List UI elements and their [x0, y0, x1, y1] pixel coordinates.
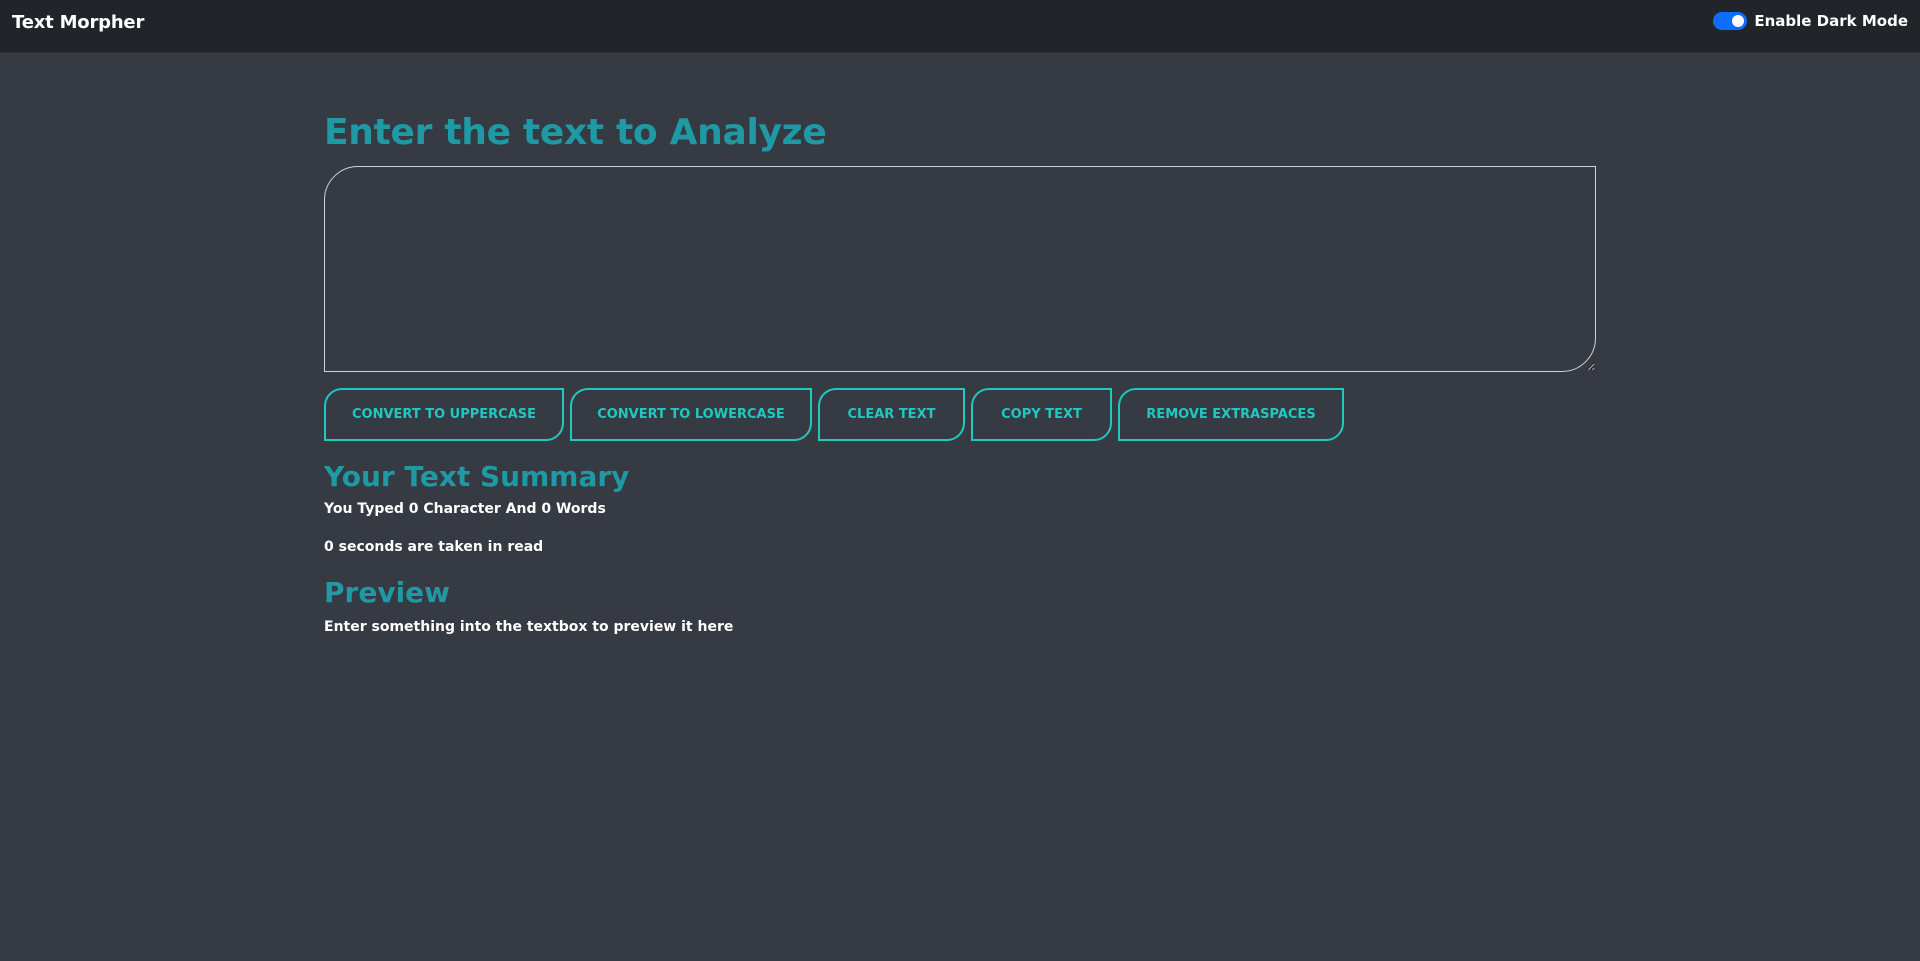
clear-text-button[interactable]: CLEAR TEXT — [818, 388, 965, 441]
action-buttons: CONVERT TO UPPERCASE CONVERT TO LOWERCAS… — [324, 388, 1596, 441]
convert-uppercase-button[interactable]: CONVERT TO UPPERCASE — [324, 388, 564, 441]
text-input[interactable] — [324, 166, 1596, 372]
dark-mode-toggle[interactable]: Enable Dark Mode — [1713, 12, 1908, 30]
summary-read-time: 0 seconds are taken in read — [324, 539, 544, 555]
page-title: Enter the text to Analyze — [324, 112, 827, 153]
navbar: Text Morpher Enable Dark Mode — [0, 0, 1920, 53]
convert-lowercase-button[interactable]: CONVERT TO LOWERCASE — [570, 388, 812, 441]
preview-heading: Preview — [324, 576, 451, 609]
main-container: Enter the text to Analyze CONVERT TO UPP… — [324, 108, 1596, 635]
summary-heading: Your Text Summary — [324, 460, 630, 493]
switch-knob — [1732, 15, 1745, 27]
brand-title[interactable]: Text Morpher — [12, 12, 144, 33]
dark-mode-switch[interactable] — [1713, 12, 1748, 30]
dark-mode-label[interactable]: Enable Dark Mode — [1754, 12, 1908, 30]
preview-text: Enter something into the textbox to prev… — [324, 619, 734, 635]
copy-text-button[interactable]: COPY TEXT — [971, 388, 1112, 441]
remove-extraspaces-button[interactable]: REMOVE EXTRASPACES — [1118, 388, 1344, 441]
summary-counts: You Typed 0 Character And 0 Words — [324, 501, 606, 517]
